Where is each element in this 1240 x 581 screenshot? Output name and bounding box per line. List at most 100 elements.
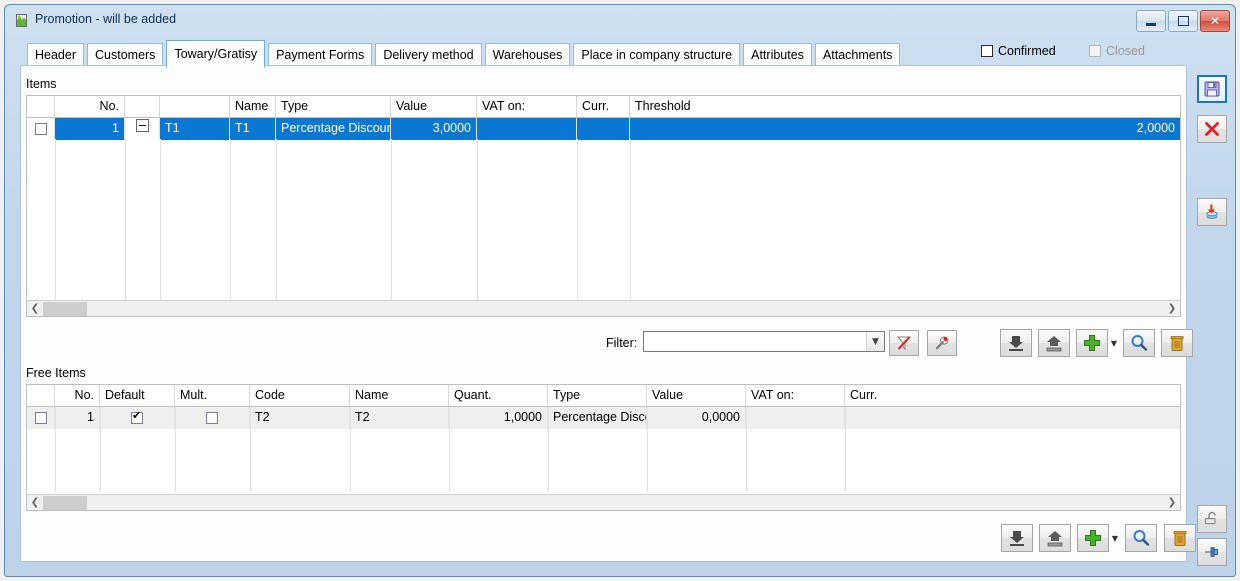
tab-attachments[interactable]: Attachments	[814, 43, 901, 67]
right-toolbar	[1193, 65, 1237, 566]
import-from-file-button[interactable]	[1001, 524, 1033, 552]
export-to-file-button[interactable]	[1038, 329, 1070, 357]
arrow-down-into-tray-icon	[1009, 336, 1023, 351]
row-expand-toggle[interactable]	[125, 118, 160, 140]
scroll-left-icon[interactable]: ❮	[27, 495, 43, 511]
free-col-type[interactable]: Type	[548, 385, 647, 406]
filter-label: Filter:	[606, 336, 638, 350]
cancel-button[interactable]	[1197, 115, 1227, 143]
scroll-thumb[interactable]	[43, 301, 87, 316]
scroll-track[interactable]	[43, 494, 1164, 510]
tab-warehouses[interactable]: Warehouses	[484, 43, 571, 67]
preview-free-item-button[interactable]	[1125, 524, 1157, 552]
items-col-no[interactable]: No.	[55, 96, 125, 117]
items-horizontal-scrollbar[interactable]: ❮ ❯	[27, 300, 1180, 316]
items-grid-body: 1 T1 T1 Percentage Discount 3,0000 2,000…	[27, 118, 1180, 316]
items-col-threshold[interactable]: Threshold	[630, 96, 1180, 117]
import-to-database-button[interactable]	[1197, 198, 1227, 226]
tab-header[interactable]: Header	[27, 43, 84, 67]
scroll-thumb[interactable]	[43, 495, 87, 510]
tab-place-in-company-structure[interactable]: Place in company structure	[573, 43, 741, 67]
items-colline	[230, 139, 231, 316]
items-grid[interactable]: No. Name Type Value VAT on: Curr. Thresh…	[26, 95, 1181, 317]
free-col-check[interactable]	[27, 385, 55, 406]
items-col-expand[interactable]	[125, 96, 160, 117]
row-select-checkbox[interactable]	[27, 118, 55, 140]
free-colline	[350, 407, 351, 492]
free-colline	[250, 407, 251, 492]
save-button[interactable]	[1197, 75, 1227, 103]
items-col-value[interactable]: Value	[391, 96, 477, 117]
confirmed-checkbox[interactable]: Confirmed	[981, 44, 1056, 58]
tab-customers[interactable]: Customers	[87, 43, 164, 67]
free-col-no[interactable]: No.	[55, 385, 100, 406]
free-col-vat-on[interactable]: VAT on:	[746, 385, 845, 406]
tab-label: Payment Forms	[276, 48, 365, 62]
cell-default[interactable]	[100, 407, 175, 429]
checkbox-icon	[206, 411, 218, 424]
scroll-right-icon[interactable]: ❯	[1164, 301, 1180, 317]
free-items-grid-header: No. Default Mult. Code Name Quant. Type …	[27, 385, 1180, 407]
tab-attributes[interactable]: Attributes	[743, 43, 812, 67]
cell-type: Percentage Discount	[276, 118, 391, 140]
tab-label: Header	[35, 48, 76, 62]
delete-free-item-button[interactable]	[1164, 524, 1196, 552]
free-col-name[interactable]: Name	[350, 385, 449, 406]
delete-item-button[interactable]	[1161, 329, 1193, 357]
filter-combobox[interactable]: ▼	[643, 331, 885, 352]
clear-filter-button[interactable]	[889, 330, 919, 356]
tab-label: Towary/Gratisy	[174, 47, 258, 61]
tab-delivery-method[interactable]: Delivery method	[375, 43, 482, 67]
items-colline	[276, 139, 277, 316]
free-col-quant[interactable]: Quant.	[449, 385, 548, 406]
free-col-mult[interactable]: Mult.	[175, 385, 250, 406]
closed-label: Closed	[1106, 44, 1145, 58]
filter-input[interactable]	[644, 332, 866, 351]
import-from-file-button[interactable]	[1000, 329, 1032, 357]
items-col-type[interactable]: Type	[276, 96, 391, 117]
add-free-item-dropdown[interactable]: ▼	[1110, 524, 1120, 552]
preview-item-button[interactable]	[1123, 329, 1155, 357]
cell-no: 1	[55, 407, 100, 429]
pin-window-button[interactable]	[1197, 538, 1227, 566]
free-col-value[interactable]: Value	[647, 385, 746, 406]
free-items-horizontal-scrollbar[interactable]: ❮ ❯	[27, 494, 1180, 510]
items-col-curr[interactable]: Curr.	[577, 96, 630, 117]
free-col-default[interactable]: Default	[100, 385, 175, 406]
edit-filter-button[interactable]	[927, 330, 957, 356]
items-col-vat-on[interactable]: VAT on:	[477, 96, 577, 117]
unlock-button[interactable]	[1197, 505, 1227, 533]
free-colline	[845, 407, 846, 492]
filter-settings-icon	[935, 336, 949, 350]
close-button[interactable]: ✕	[1200, 10, 1230, 32]
items-col-code[interactable]	[160, 96, 230, 117]
promotion-window: Promotion - will be added ✕ Header Custo…	[4, 4, 1236, 577]
scroll-track[interactable]	[43, 300, 1164, 316]
maximize-button[interactable]	[1168, 10, 1198, 32]
items-col-name[interactable]: Name	[230, 96, 276, 117]
row-select-checkbox[interactable]	[27, 407, 55, 429]
table-row[interactable]: 1 T1 T1 Percentage Discount 3,0000 2,000…	[27, 118, 1180, 140]
free-col-code[interactable]: Code	[250, 385, 350, 406]
tab-towary-gratisy[interactable]: Towary/Gratisy	[166, 40, 266, 68]
export-to-file-button[interactable]	[1039, 524, 1071, 552]
scroll-left-icon[interactable]: ❮	[27, 301, 43, 317]
add-free-item-button[interactable]	[1077, 524, 1109, 552]
free-items-grid[interactable]: No. Default Mult. Code Name Quant. Type …	[26, 384, 1181, 511]
minimize-button[interactable]	[1136, 10, 1166, 32]
window-title: Promotion - will be added	[35, 12, 177, 26]
add-item-button[interactable]	[1076, 329, 1108, 357]
red-x-icon	[1205, 122, 1219, 136]
items-col-check[interactable]	[27, 96, 55, 117]
free-col-curr[interactable]: Curr.	[845, 385, 1180, 406]
free-colline	[548, 407, 549, 492]
plus-icon	[1084, 335, 1100, 351]
tab-label: Warehouses	[492, 48, 563, 62]
tab-label: Attachments	[822, 48, 893, 62]
tab-payment-forms[interactable]: Payment Forms	[268, 43, 373, 67]
add-item-dropdown[interactable]: ▼	[1109, 329, 1119, 357]
table-row[interactable]: 1 T2 T2 1,0000 Percentage Disco 0,0000	[27, 407, 1180, 429]
scroll-right-icon[interactable]: ❯	[1164, 495, 1180, 511]
cell-mult[interactable]	[175, 407, 250, 429]
chevron-down-icon[interactable]: ▼	[866, 332, 884, 351]
